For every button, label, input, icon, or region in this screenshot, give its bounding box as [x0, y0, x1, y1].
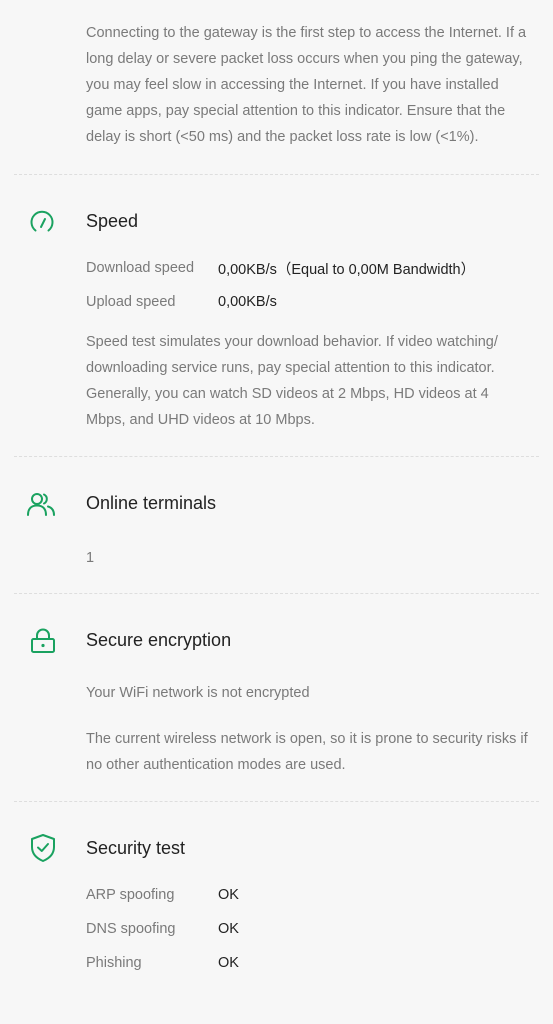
terminals-count: 1 [86, 550, 95, 566]
divider [14, 174, 539, 175]
shield-check-icon [0, 833, 86, 863]
security-title: Security test [86, 837, 186, 858]
upload-speed-value: 0,00KB/s [218, 294, 277, 310]
encryption-section-header: Secure encryption [0, 625, 553, 655]
divider [14, 593, 539, 594]
speedometer-icon [0, 206, 86, 236]
users-icon [0, 488, 86, 518]
dns-spoofing-value: OK [218, 921, 239, 937]
download-speed-row: Download speed 0,00KB/s（Equal to 0,00M B… [0, 251, 553, 285]
dns-spoofing-label: DNS spoofing [86, 921, 176, 937]
download-speed-label: Download speed [86, 260, 195, 276]
upload-speed-label: Upload speed [86, 294, 176, 310]
speed-section-header: Speed [0, 206, 553, 236]
gateway-description: Connecting to the gateway is the first s… [86, 25, 527, 145]
upload-speed-row: Upload speed 0,00KB/s [0, 285, 553, 319]
phishing-row: Phishing OK [0, 946, 553, 980]
encryption-status: Your WiFi network is not encrypted [86, 685, 310, 701]
encryption-title: Secure encryption [86, 629, 232, 650]
arp-spoofing-row: ARP spoofing OK [0, 878, 553, 912]
terminals-section-header: Online terminals [0, 488, 553, 518]
phishing-value: OK [218, 955, 239, 971]
security-section-header: Security test [0, 833, 553, 863]
phishing-label: Phishing [86, 955, 142, 971]
arp-spoofing-label: ARP spoofing [86, 887, 175, 903]
arp-spoofing-value: OK [218, 887, 239, 903]
dns-spoofing-row: DNS spoofing OK [0, 912, 553, 946]
encryption-description: The current wireless network is open, so… [86, 731, 528, 773]
speed-description: Speed test simulates your download behav… [86, 334, 498, 428]
divider [14, 456, 539, 457]
speed-title: Speed [86, 210, 139, 231]
lock-icon [0, 625, 86, 655]
divider [14, 801, 539, 802]
terminals-title: Online terminals [86, 492, 217, 513]
download-speed-value: 0,00KB/s（Equal to 0,00M Bandwidth） [218, 261, 476, 278]
network-diagnosis-page: Connecting to the gateway is the first s… [0, 0, 553, 1024]
